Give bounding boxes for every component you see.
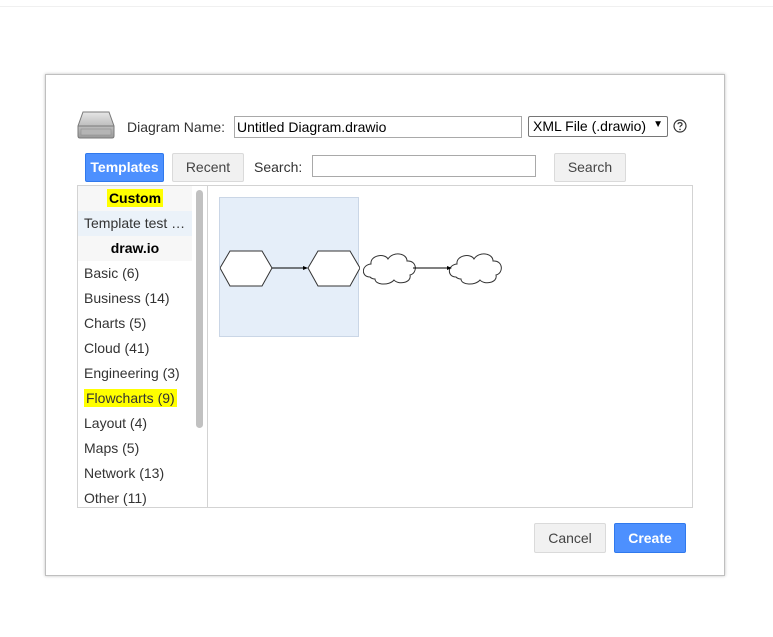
category-label: Business (14) <box>84 290 170 306</box>
recent-button[interactable]: Recent <box>172 153 244 182</box>
category-label: Basic (6) <box>84 265 140 281</box>
cloud-flow-preview <box>363 253 502 285</box>
category-item-network[interactable]: Network (13) <box>78 461 192 486</box>
category-item-template-test[interactable]: Template test … <box>78 211 192 236</box>
category-item-basic[interactable]: Basic (6) <box>78 261 192 286</box>
category-label: Network (13) <box>84 465 165 481</box>
category-header-custom: Custom <box>78 186 192 211</box>
create-button[interactable]: Create <box>614 523 686 553</box>
category-label: Other (11) <box>84 490 147 506</box>
search-input[interactable] <box>312 155 536 177</box>
diagram-name-label: Diagram Name: <box>127 119 226 135</box>
diagram-name-input[interactable] <box>234 116 522 138</box>
category-label: Charts (5) <box>84 315 147 331</box>
template-grid <box>208 186 692 507</box>
format-select-value: XML File (.drawio) <box>533 118 647 134</box>
category-item-cloud[interactable]: Cloud (41) <box>78 336 192 361</box>
category-header-drawio: draw.io <box>78 236 192 261</box>
category-label: Cloud (41) <box>84 340 150 356</box>
category-item-charts[interactable]: Charts (5) <box>78 311 192 336</box>
top-divider <box>0 6 773 7</box>
category-label: draw.io <box>110 240 160 256</box>
search-button[interactable]: Search <box>554 153 626 182</box>
category-label: Maps (5) <box>84 440 140 456</box>
hard-drive-icon <box>77 111 115 139</box>
template-browser: Custom Template test … draw.io Basic (6)… <box>77 185 693 508</box>
template-thumbnail-clouds[interactable] <box>363 197 503 337</box>
category-item-maps[interactable]: Maps (5) <box>78 436 192 461</box>
category-label: Custom <box>106 189 164 207</box>
category-label: Engineering (3) <box>84 365 180 381</box>
category-label: Template test … <box>84 215 186 231</box>
category-label: Layout (4) <box>84 415 148 431</box>
category-item-flowcharts[interactable]: Flowcharts (9) <box>78 386 192 411</box>
new-diagram-dialog: Diagram Name: XML File (.drawio) ▼ Templ… <box>45 74 725 576</box>
category-item-layout[interactable]: Layout (4) <box>78 411 192 436</box>
templates-button[interactable]: Templates <box>85 153 164 182</box>
dropdown-arrow-icon: ▼ <box>653 119 663 130</box>
category-label: Flowcharts (9) <box>84 389 177 407</box>
format-select[interactable]: XML File (.drawio) ▼ <box>528 116 668 137</box>
category-item-engineering[interactable]: Engineering (3) <box>78 361 192 386</box>
category-sidebar: Custom Template test … draw.io Basic (6)… <box>78 186 208 507</box>
template-thumbnail-hexagons[interactable] <box>219 197 360 337</box>
hexagon-flow-preview <box>220 250 360 287</box>
category-item-other[interactable]: Other (11) <box>78 486 192 507</box>
help-circle-icon[interactable] <box>673 119 687 133</box>
sidebar-scrollbar[interactable] <box>196 190 203 428</box>
search-label: Search: <box>254 159 303 175</box>
cancel-button[interactable]: Cancel <box>534 523 606 553</box>
category-item-business[interactable]: Business (14) <box>78 286 192 311</box>
